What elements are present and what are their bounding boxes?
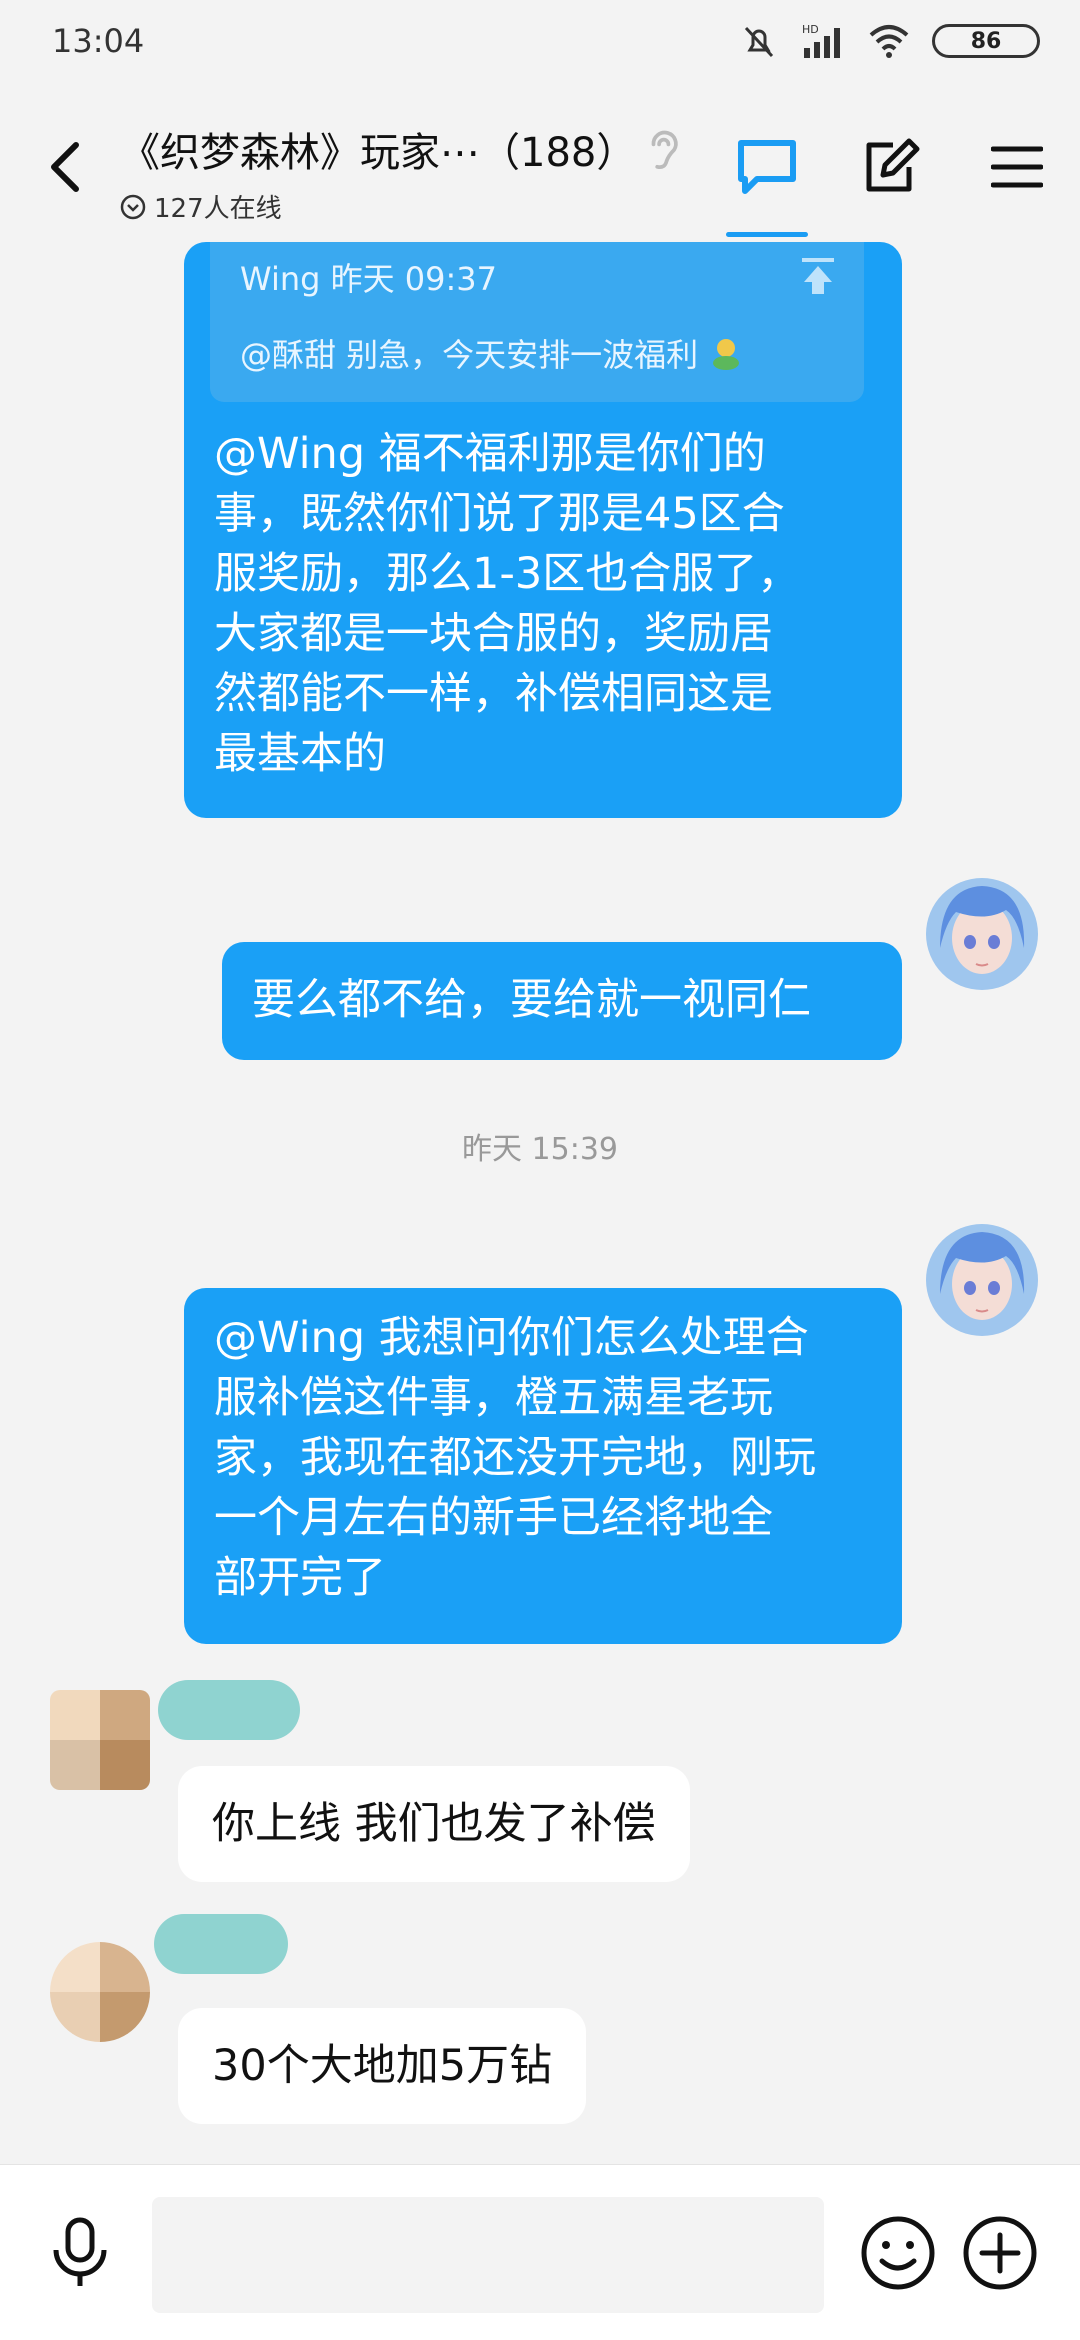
time-separator: 昨天 15:39 [462, 1132, 618, 1167]
voice-button[interactable] [40, 2213, 120, 2293]
emoji-icon [861, 2216, 935, 2290]
message-bubble-2[interactable]: 要么都不给，要给就一视同仁 [222, 942, 902, 1060]
status-bar: 13:04 HD 86 [0, 0, 1080, 92]
message-line: 部开完了 [214, 1553, 386, 1603]
ear-icon [651, 130, 679, 169]
chat-title: 《织梦森林》玩家⋯（188） [120, 130, 637, 176]
signal-icon: HD [802, 23, 840, 58]
edit-button[interactable] [856, 132, 926, 202]
message-line: 大家都是一块合服的，奖励居 [214, 609, 773, 659]
message-text: 要么都不给，要给就一视同仁 [252, 975, 811, 1025]
message-bubble-5[interactable]: 30个大地加5万钻 [178, 2008, 587, 2124]
message-line: 服奖励，那么1-3区也合服了， [214, 549, 801, 599]
more-button[interactable] [960, 2213, 1040, 2293]
chat-icon [738, 140, 796, 194]
message-text: 30个大地加5万钻 [212, 2041, 553, 2091]
menu-icon [991, 146, 1043, 188]
quote-header: Wing 昨天 09:37 [240, 260, 497, 298]
menu-button[interactable] [982, 132, 1052, 202]
avatar-image [926, 878, 1038, 990]
title-block[interactable]: 《织梦森林》玩家⋯（188） 127人在线 [120, 120, 680, 225]
back-button[interactable] [40, 132, 90, 202]
chevron-circle-icon [120, 194, 146, 219]
plus-icon [963, 2216, 1037, 2290]
message-bubble-4[interactable]: 你上线 我们也发了补偿 [178, 1766, 690, 1882]
avatar-other[interactable] [50, 1690, 150, 1790]
message-line: 家，我现在都还没开完地，刚玩 [214, 1433, 816, 1483]
message-line: 事，既然你们说了那是45区合 [214, 489, 785, 539]
edit-icon [866, 138, 920, 192]
chat-tab-button[interactable] [732, 132, 802, 202]
message-text: 你上线 我们也发了补偿 [212, 1799, 656, 1849]
message-line: 一个月左右的新手已经将地全 [214, 1493, 773, 1543]
battery-indicator: 86 [932, 24, 1040, 58]
avatar-image [50, 1942, 150, 2042]
online-count-row: 127人在线 [120, 188, 680, 225]
avatar-image [926, 1224, 1038, 1336]
message-line: @Wing 福不福利那是你们的 [214, 429, 766, 479]
status-icons: HD 86 [740, 22, 1040, 60]
active-tab-underline [726, 232, 808, 237]
avatar-self[interactable] [926, 878, 1038, 990]
message-line: 服补偿这件事，橙五满星老玩 [214, 1373, 773, 1423]
back-icon [51, 142, 79, 192]
pin-top-icon[interactable] [798, 256, 838, 296]
online-count: 127人在线 [154, 194, 282, 224]
avatar-self[interactable] [926, 1224, 1038, 1336]
input-bar [0, 2164, 1080, 2340]
emoji-button[interactable] [858, 2213, 938, 2293]
quoted-reply[interactable]: Wing 昨天 09:37 @酥甜 别急，今天安排一波福利 [210, 242, 864, 402]
chat-title-row: 《织梦森林》玩家⋯（188） [120, 120, 680, 178]
chat-header: 《织梦森林》玩家⋯（188） 127人在线 [0, 92, 1080, 242]
avatar-image [50, 1690, 150, 1790]
mute-icon [744, 26, 774, 58]
battery-level: 86 [970, 28, 1002, 54]
quote-text-content: @酥甜 别急，今天安排一波福利 [240, 336, 699, 374]
message-input[interactable] [152, 2197, 824, 2313]
emoji-sticker-icon [713, 339, 740, 370]
wifi-icon [869, 25, 909, 58]
hd-label: HD [802, 23, 819, 36]
message-line: 然都能不一样，补偿相同这是 [214, 669, 773, 719]
mic-icon [53, 2217, 107, 2286]
status-time: 13:04 [52, 22, 145, 60]
sender-name-blurred [158, 1680, 300, 1740]
message-line: @Wing 我想问你们怎么处理合 [214, 1313, 809, 1363]
quote-text: @酥甜 别急，今天安排一波福利 [240, 330, 744, 376]
sender-name-blurred [154, 1914, 288, 1974]
avatar-other[interactable] [50, 1942, 150, 2042]
message-line: 最基本的 [214, 729, 386, 779]
message-list[interactable]: @Wing 福不福利那是你们的 事，既然你们说了那是45区合 服奖励，那么1-3… [0, 242, 1080, 2162]
message-bubble-3[interactable]: @Wing 我想问你们怎么处理合 服补偿这件事，橙五满星老玩 家，我现在都还没开… [184, 1288, 902, 1644]
